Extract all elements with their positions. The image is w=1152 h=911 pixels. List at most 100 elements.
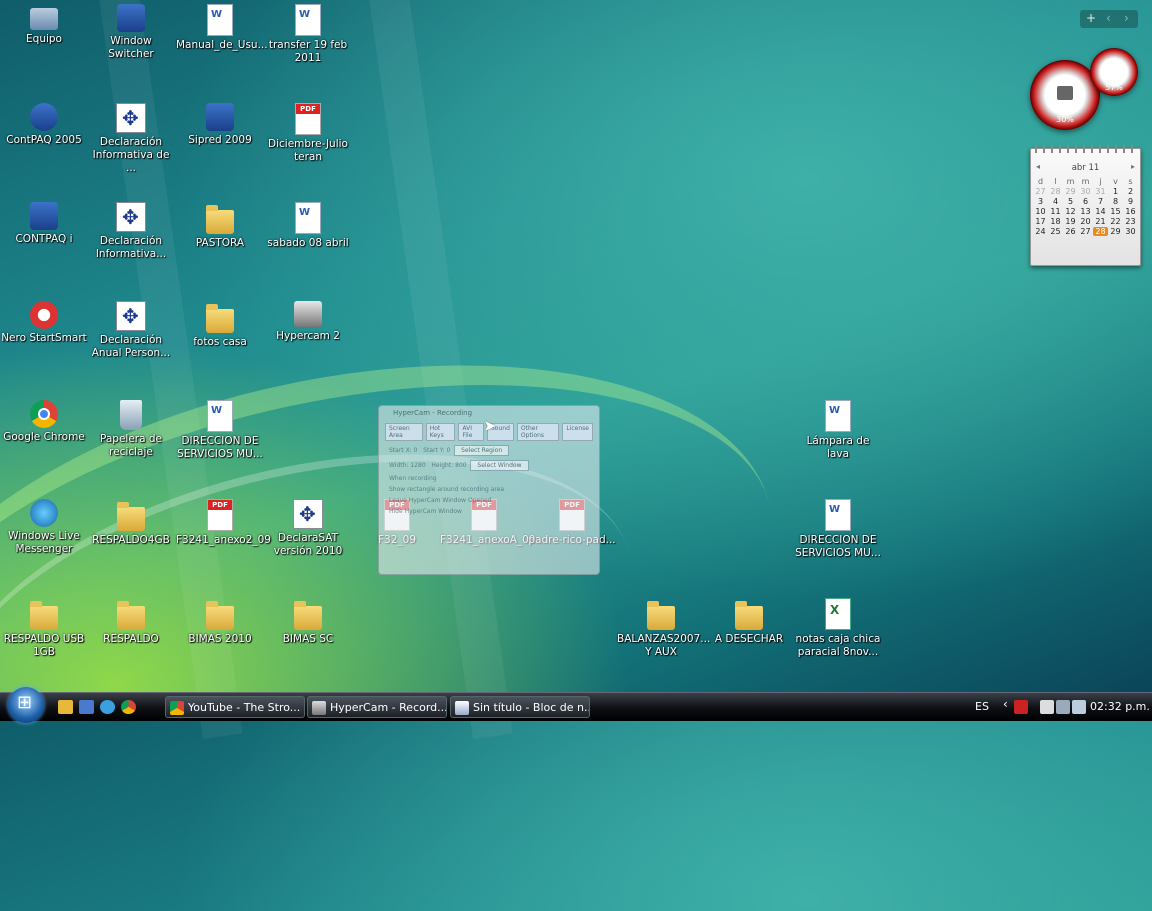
desktop-icon[interactable]: RESPALDO xyxy=(87,598,175,646)
desktop-icon[interactable]: fotos casa xyxy=(176,301,264,349)
hypercam-tab[interactable]: Screen Area xyxy=(385,423,423,441)
desktop-icon[interactable]: Sipred 2009 xyxy=(176,103,264,147)
calendar-day[interactable]: 21 xyxy=(1093,217,1108,226)
desktop-icon[interactable]: CONTPAQ i xyxy=(0,202,88,246)
calendar-day[interactable]: 13 xyxy=(1078,207,1093,216)
calendar-day[interactable]: 19 xyxy=(1063,217,1078,226)
calendar-day[interactable]: 6 xyxy=(1078,197,1093,206)
next-arrow-icon[interactable]: › xyxy=(1124,11,1129,25)
calendar-day[interactable]: 1 xyxy=(1108,187,1123,196)
hypercam-tab[interactable]: AVI File xyxy=(458,423,484,441)
hypercam-tab[interactable]: License xyxy=(562,423,593,441)
desktop-icon[interactable]: notas caja chica paracial 8nov... xyxy=(794,598,882,659)
desktop-icon[interactable]: F3241_anexo2_09 xyxy=(176,499,271,547)
select-region-button[interactable]: Select Region xyxy=(454,445,510,456)
calendar-day[interactable]: 30 xyxy=(1078,187,1093,196)
start-button[interactable] xyxy=(8,687,44,723)
desktop-icon[interactable]: BIMAS 2010 xyxy=(176,598,264,646)
desktop-icon[interactable]: Google Chrome xyxy=(0,400,88,444)
desktop-icon[interactable]: Nero StartSmart xyxy=(0,301,88,345)
calendar-day[interactable]: 2 xyxy=(1123,187,1138,196)
calendar-day[interactable]: 28 xyxy=(1093,227,1108,236)
tray-volume-icon[interactable] xyxy=(1072,700,1086,714)
desktop-icon[interactable]: transfer 19 feb 2011 xyxy=(264,4,352,65)
desktop-icon[interactable]: Declaración Informativa... xyxy=(87,202,175,261)
memory-meter-gadget[interactable]: 57% xyxy=(1090,48,1138,96)
calendar-day[interactable]: 22 xyxy=(1108,217,1123,226)
calendar-day[interactable]: 10 xyxy=(1033,207,1048,216)
calendar-day[interactable]: 29 xyxy=(1108,227,1123,236)
calendar-day[interactable]: 26 xyxy=(1063,227,1078,236)
option-hide-window[interactable]: Hide HyperCam Window xyxy=(389,508,589,515)
option-show-rectangle[interactable]: Show rectangle around recording area xyxy=(389,486,589,493)
select-window-button[interactable]: Select Window xyxy=(470,460,529,471)
quicklaunch-chrome-icon[interactable] xyxy=(121,700,136,714)
calendar-day[interactable]: 24 xyxy=(1033,227,1048,236)
calendar-day[interactable]: 12 xyxy=(1063,207,1078,216)
calendar-day[interactable]: 7 xyxy=(1093,197,1108,206)
calendar-prev-icon[interactable]: ◂ xyxy=(1036,162,1040,171)
desktop-icon[interactable]: ContPAQ 2005 xyxy=(0,103,88,147)
tray-network-icon[interactable] xyxy=(1056,700,1070,714)
sidebar-gadget-bar[interactable]: + ‹ › xyxy=(1080,10,1138,28)
option-leave-opened[interactable]: Leave HyperCam Window Opened xyxy=(389,497,589,504)
calendar-day[interactable]: 16 xyxy=(1123,207,1138,216)
tray-antivirus-icon[interactable] xyxy=(1014,700,1028,714)
quicklaunch-folder-icon[interactable] xyxy=(58,700,73,714)
calendar-day[interactable]: 11 xyxy=(1048,207,1063,216)
desktop-icon[interactable]: DIRECCION DE SERVICIOS MU... xyxy=(794,499,882,560)
desktop-icon[interactable]: A DESECHAR xyxy=(705,598,793,646)
desktop-icon[interactable]: Diciembre-Julio teran xyxy=(264,103,352,164)
desktop-icon[interactable]: RESPALDO4GB xyxy=(87,499,175,547)
calendar-day[interactable]: 5 xyxy=(1063,197,1078,206)
calendar-day[interactable]: 18 xyxy=(1048,217,1063,226)
desktop-icon[interactable]: DIRECCION DE SERVICIOS MU... xyxy=(176,400,264,461)
prev-arrow-icon[interactable]: ‹ xyxy=(1106,11,1111,25)
desktop-icon[interactable]: Equipo xyxy=(0,4,88,46)
desktop-icon[interactable]: Lámpara de lava xyxy=(794,400,882,461)
desktop-icon[interactable]: RESPALDO USB 1GB xyxy=(0,598,88,659)
desktop-icon[interactable]: Window Switcher xyxy=(87,4,175,61)
desktop-icon[interactable]: PASTORA xyxy=(176,202,264,250)
desktop-icon[interactable]: Declaración Informativa de ... xyxy=(87,103,175,175)
calendar-day[interactable]: 4 xyxy=(1048,197,1063,206)
calendar-day[interactable]: 29 xyxy=(1063,187,1078,196)
desktop-icon[interactable]: Declaración Anual Person... xyxy=(87,301,175,360)
clock[interactable]: 02:32 p.m. xyxy=(1090,693,1150,721)
desktop-icon[interactable]: sabado 08 abril xyxy=(264,202,352,250)
calendar-day[interactable]: 25 xyxy=(1048,227,1063,236)
hypercam-tab[interactable]: Other Options xyxy=(516,423,560,441)
taskbar-button[interactable]: HyperCam - Record... xyxy=(307,696,447,718)
desktop-icon[interactable]: Hypercam 2 xyxy=(264,301,352,343)
quicklaunch-desktop-icon[interactable] xyxy=(79,700,94,714)
desktop-icon[interactable]: BALANZAS2007... Y AUX xyxy=(617,598,710,659)
taskbar-button[interactable]: Sin título - Bloc de n... xyxy=(450,696,590,718)
calendar-day[interactable]: 14 xyxy=(1093,207,1108,216)
calendar-day[interactable]: 27 xyxy=(1078,227,1093,236)
calendar-day[interactable]: 9 xyxy=(1123,197,1138,206)
desktop-icon[interactable]: Windows Live Messenger xyxy=(0,499,88,556)
language-indicator[interactable]: ES xyxy=(975,693,989,721)
hypercam-tab[interactable]: Hot Keys xyxy=(425,423,456,441)
desktop-icon[interactable]: DeclaraSAT versión 2010 xyxy=(264,499,352,558)
add-gadget-icon[interactable]: + xyxy=(1086,11,1096,25)
calendar-day[interactable]: 27 xyxy=(1033,187,1048,196)
calendar-day[interactable]: 31 xyxy=(1093,187,1108,196)
calendar-day[interactable]: 15 xyxy=(1108,207,1123,216)
calendar-day[interactable]: 23 xyxy=(1123,217,1138,226)
quicklaunch-ie-icon[interactable] xyxy=(100,700,115,714)
taskbar-button[interactable]: YouTube - The Stro... xyxy=(165,696,305,718)
calendar-day[interactable]: 20 xyxy=(1078,217,1093,226)
desktop-icon[interactable]: Papelera de reciclaje xyxy=(87,400,175,459)
calendar-day[interactable]: 28 xyxy=(1048,187,1063,196)
calendar-day[interactable]: 17 xyxy=(1033,217,1048,226)
sipred-icon xyxy=(206,103,234,131)
desktop-icon[interactable]: BIMAS SC xyxy=(264,598,352,646)
calendar-day[interactable]: 3 xyxy=(1033,197,1048,206)
calendar-next-icon[interactable]: ▸ xyxy=(1131,162,1135,171)
calendar-day[interactable]: 8 xyxy=(1108,197,1123,206)
desktop-icon[interactable]: Manual_de_Usu... xyxy=(176,4,268,52)
calendar-gadget[interactable]: ◂ ▸ abr 11 d l m m j v s 27 28 29 30 31 1 2 3 4 5 6 7 8 9 10 1… xyxy=(1030,145,1141,266)
calendar-day[interactable]: 30 xyxy=(1123,227,1138,236)
tray-safely-remove-icon[interactable] xyxy=(1040,700,1054,714)
